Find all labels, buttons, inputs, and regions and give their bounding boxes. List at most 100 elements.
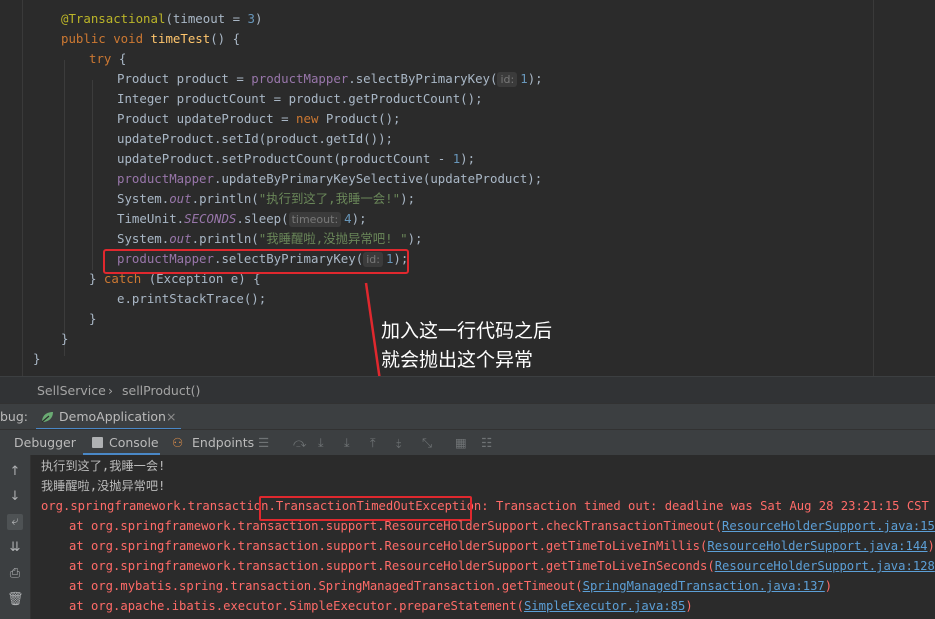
debug-tabs-toolbar: Debugger Console ⚇ Endpoints ☰ ⤼ ⤓ ⤓ ⤒ ⤈… [0,429,935,456]
breadcrumb-class[interactable]: SellService [37,383,106,398]
code-token: new [296,111,326,126]
show-execution-point-icon[interactable]: ⤼ [293,435,306,451]
source-link[interactable]: SpringManagedTransaction.java:137 [583,579,825,593]
code-line[interactable]: try { [89,49,126,69]
code-token: ); [400,191,416,206]
code-token: productMapper [117,171,214,186]
code-line[interactable]: updateProduct.setProductCount(productCou… [117,149,475,169]
tab-endpoints[interactable]: Endpoints [192,435,254,450]
code-token: } [89,271,104,286]
code-token: (timeout = [165,11,248,26]
run-config-tab[interactable]: DemoApplication [59,409,166,424]
code-token: System. [117,191,170,206]
list-icon[interactable]: ☷ [481,435,492,450]
code-line[interactable]: @Transactional(timeout = 3) [61,9,262,29]
menu-icon[interactable]: ☰ [258,435,269,450]
endpoints-icon: ⚇ [172,435,184,450]
code-token: .updateByPrimaryKeySelective(updateProdu… [213,171,543,186]
code-line[interactable]: } [61,329,68,349]
code-line[interactable]: public void timeTest() { [61,29,240,49]
code-line[interactable]: } [89,309,96,329]
code-token: } [89,311,97,326]
stack-trace-line: at org.mybatis.spring.transaction.Spring… [69,576,832,596]
code-line[interactable]: System.out.println("我睡醒啦,没抛异常吧! "); [117,229,423,249]
code-line[interactable]: productMapper.updateByPrimaryKeySelectiv… [117,169,542,189]
console-output[interactable]: 执行到这了,我睡一会! 我睡醒啦,没抛异常吧! org.springframew… [31,455,935,619]
code-line[interactable]: Product updateProduct = new Product(); [117,109,401,129]
code-token: 1 [520,71,528,86]
code-token: 4 [344,211,352,226]
tab-debugger[interactable]: Debugger [14,435,76,450]
right-margin-line [873,0,874,376]
code-line[interactable]: updateProduct.setId(product.getId()); [117,129,393,149]
trash-icon[interactable]: 🗑 [7,592,24,608]
spring-leaf-icon [40,410,54,427]
exception-line: org.springframework.transaction. Transact… [41,496,935,516]
code-line[interactable]: TimeUnit.SECONDS.sleep(timeout: 4); [117,209,367,229]
code-token: ); [351,211,367,226]
stack-trace-line: at org.springframework.transaction.suppo… [69,536,935,556]
code-token: .selectByPrimaryKey( [348,71,498,86]
close-icon[interactable]: × [166,409,176,424]
stack-frame-end: ) [927,539,935,553]
parameter-hint: id: [497,72,518,87]
code-token: out [169,231,192,246]
stack-trace-line: at org.springframework.transaction.suppo… [69,556,935,576]
down-arrow-icon[interactable]: ↓ [7,489,23,505]
code-token: timeTest [150,31,211,46]
code-token: .println( [191,191,259,206]
scroll-to-end-icon[interactable]: ⇊ [7,540,23,556]
code-token: ); [527,71,543,86]
exception-prefix: org.springframework.transaction. [41,499,276,513]
source-link[interactable]: ResourceHolderSupport.java:144 [707,539,927,553]
breadcrumb-separator-icon: › [108,383,113,398]
console-line: 我睡醒啦,没抛异常吧! [41,479,166,493]
editor-gutter-divider [22,0,23,376]
code-editor[interactable]: @Transactional(timeout = 3) public void t… [0,0,935,376]
code-line[interactable]: } [33,349,40,369]
breadcrumb-method[interactable]: sellProduct() [122,383,200,398]
stack-frame: at org.springframework.transaction.suppo… [69,539,708,553]
code-token: @Transactional [61,11,166,26]
code-line[interactable]: System.out.println("执行到这了,我睡一会!"); [117,189,415,209]
source-link[interactable]: ResourceHolderSupport.java:155 [722,519,935,533]
stack-frame: at org.springframework.transaction.suppo… [69,519,723,533]
console-line: 执行到这了,我睡一会! [41,459,166,473]
code-token: Product updateProduct = [117,111,297,126]
stack-frame: at org.mybatis.spring.transaction.Spring… [69,579,583,593]
code-token: } [33,351,41,366]
code-token: updateProduct.setId(product.getId()); [117,131,394,146]
source-link[interactable]: ResourceHolderSupport.java:128 [715,559,935,573]
evaluate-icon[interactable]: ⤡ [422,435,432,451]
print-icon[interactable]: ⎙ [7,566,23,582]
indent-guide [92,80,93,270]
code-token: } [61,331,69,346]
run-to-cursor-icon[interactable]: ⤈ [396,435,402,451]
code-token: Product product = [117,71,252,86]
table-icon[interactable]: ▦ [455,435,467,450]
stack-trace-line: at org.springframework.transaction.suppo… [69,516,935,536]
indent-guide [64,60,65,356]
soft-wrap-icon[interactable]: ⤶ [7,514,23,530]
console-side-toolbar: ↑ ↓ ⤶ ⇊ ⎙ 🗑 [0,455,31,619]
stack-frame-end: ) [685,599,693,613]
source-link[interactable]: SimpleExecutor.java:85 [524,599,685,613]
up-arrow-icon[interactable]: ↑ [7,464,23,480]
code-line[interactable]: Product product = productMapper.selectBy… [117,69,543,89]
annotation-note: 加入这一行代码之后 就会抛出这个异常 [381,317,552,375]
exception-message: Transaction timed out: deadline was Sat … [488,499,935,513]
code-token: e.printStackTrace(); [117,291,267,306]
annotation-note-line: 加入这一行代码之后 [381,320,553,342]
step-out-icon[interactable]: ⤒ [370,435,376,451]
step-over-icon[interactable]: ⤓ [318,435,324,451]
code-token: .sleep( [236,211,289,226]
tab-console[interactable]: Console [109,435,159,450]
code-line[interactable]: e.printStackTrace(); [117,289,266,309]
step-into-icon[interactable]: ⤓ [344,435,350,451]
stack-trace-line: at org.apache.ibatis.executor.SimpleExec… [69,596,693,616]
code-line[interactable]: Integer productCount = product.getProduc… [117,89,483,109]
code-token: ); [460,151,476,166]
code-token: public [61,31,114,46]
annotation-note-line: 就会抛出这个异常 [381,349,534,371]
code-token: void [113,31,151,46]
